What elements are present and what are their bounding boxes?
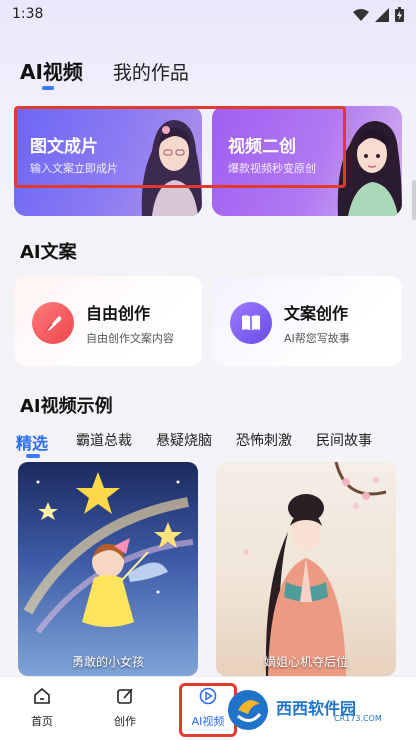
feather-icon [32, 302, 74, 344]
free-creation-card[interactable]: 自由创作 自由创作文案内容 [14, 276, 202, 366]
card-title: 自由创作 [86, 304, 151, 323]
banner-image-to-video[interactable]: 图文成片 输入文案立即成片 [14, 106, 202, 216]
status-icons [353, 7, 404, 22]
example-caption: 勇敢的小女孩 [71, 655, 144, 669]
card-subtitle: AI帮您写故事 [284, 332, 350, 345]
example-card[interactable]: 嫡姐心机夺后位 [216, 462, 396, 676]
wifi-icon [353, 8, 369, 21]
edit-icon [117, 688, 133, 704]
category-tab-horror[interactable]: 恐怖刺激 [236, 430, 292, 454]
battery-icon [395, 7, 404, 22]
watermark-logo: 西西软件园 CR173.COM [226, 686, 402, 734]
example-caption: 嫡姐心机夺后位 [263, 655, 348, 669]
category-tab-folk[interactable]: 民间故事 [316, 430, 372, 454]
category-tabs: 精选 霸道总裁 悬疑烧脑 恐怖刺激 民间故事 [16, 430, 416, 458]
section-title-ai-copy: AI文案 [20, 242, 77, 263]
nav-home[interactable]: 首页 [12, 687, 72, 729]
copywriting-card[interactable]: 文案创作 AI帮您写故事 [212, 276, 402, 366]
ancient-lady-image [243, 462, 387, 676]
category-tab-mystery[interactable]: 悬疑烧脑 [156, 430, 212, 454]
scrollbar[interactable] [412, 180, 416, 220]
banner-video-remix[interactable]: 视频二创 爆款视频秒变原创 [212, 106, 402, 216]
book-icon [230, 302, 272, 344]
nav-label: 首页 [31, 715, 53, 728]
banner-subtitle: 爆款视频秒变原创 [228, 162, 316, 175]
fairy-girl-image [23, 472, 194, 634]
tab-my-works[interactable]: 我的作品 [113, 58, 189, 85]
banner-portrait-image [337, 120, 402, 216]
section-title-video-examples: AI视频示例 [20, 396, 113, 417]
tab-ai-video[interactable]: AI视频 [20, 56, 83, 90]
nav-create[interactable]: 创作 [95, 687, 155, 729]
nav-label: 创作 [114, 715, 136, 728]
example-card[interactable]: 勇敢的小女孩 [18, 462, 198, 676]
top-tabs: AI视频 我的作品 [20, 56, 189, 90]
category-tab-ceo[interactable]: 霸道总裁 [76, 430, 132, 454]
banner-title: 图文成片 [30, 137, 98, 157]
watermark-domain: CR173.COM [334, 714, 382, 723]
banner-title: 视频二创 [228, 137, 296, 157]
status-time: 1:38 [12, 6, 44, 22]
card-subtitle: 自由创作文案内容 [86, 332, 174, 345]
banner-portrait-image [141, 120, 202, 216]
card-title: 文案创作 [284, 304, 349, 323]
category-tab-featured[interactable]: 精选 [16, 430, 48, 458]
home-icon [34, 687, 50, 704]
status-bar: 1:38 [0, 0, 416, 30]
banner-subtitle: 输入文案立即成片 [30, 162, 118, 175]
signal-icon [375, 7, 389, 22]
